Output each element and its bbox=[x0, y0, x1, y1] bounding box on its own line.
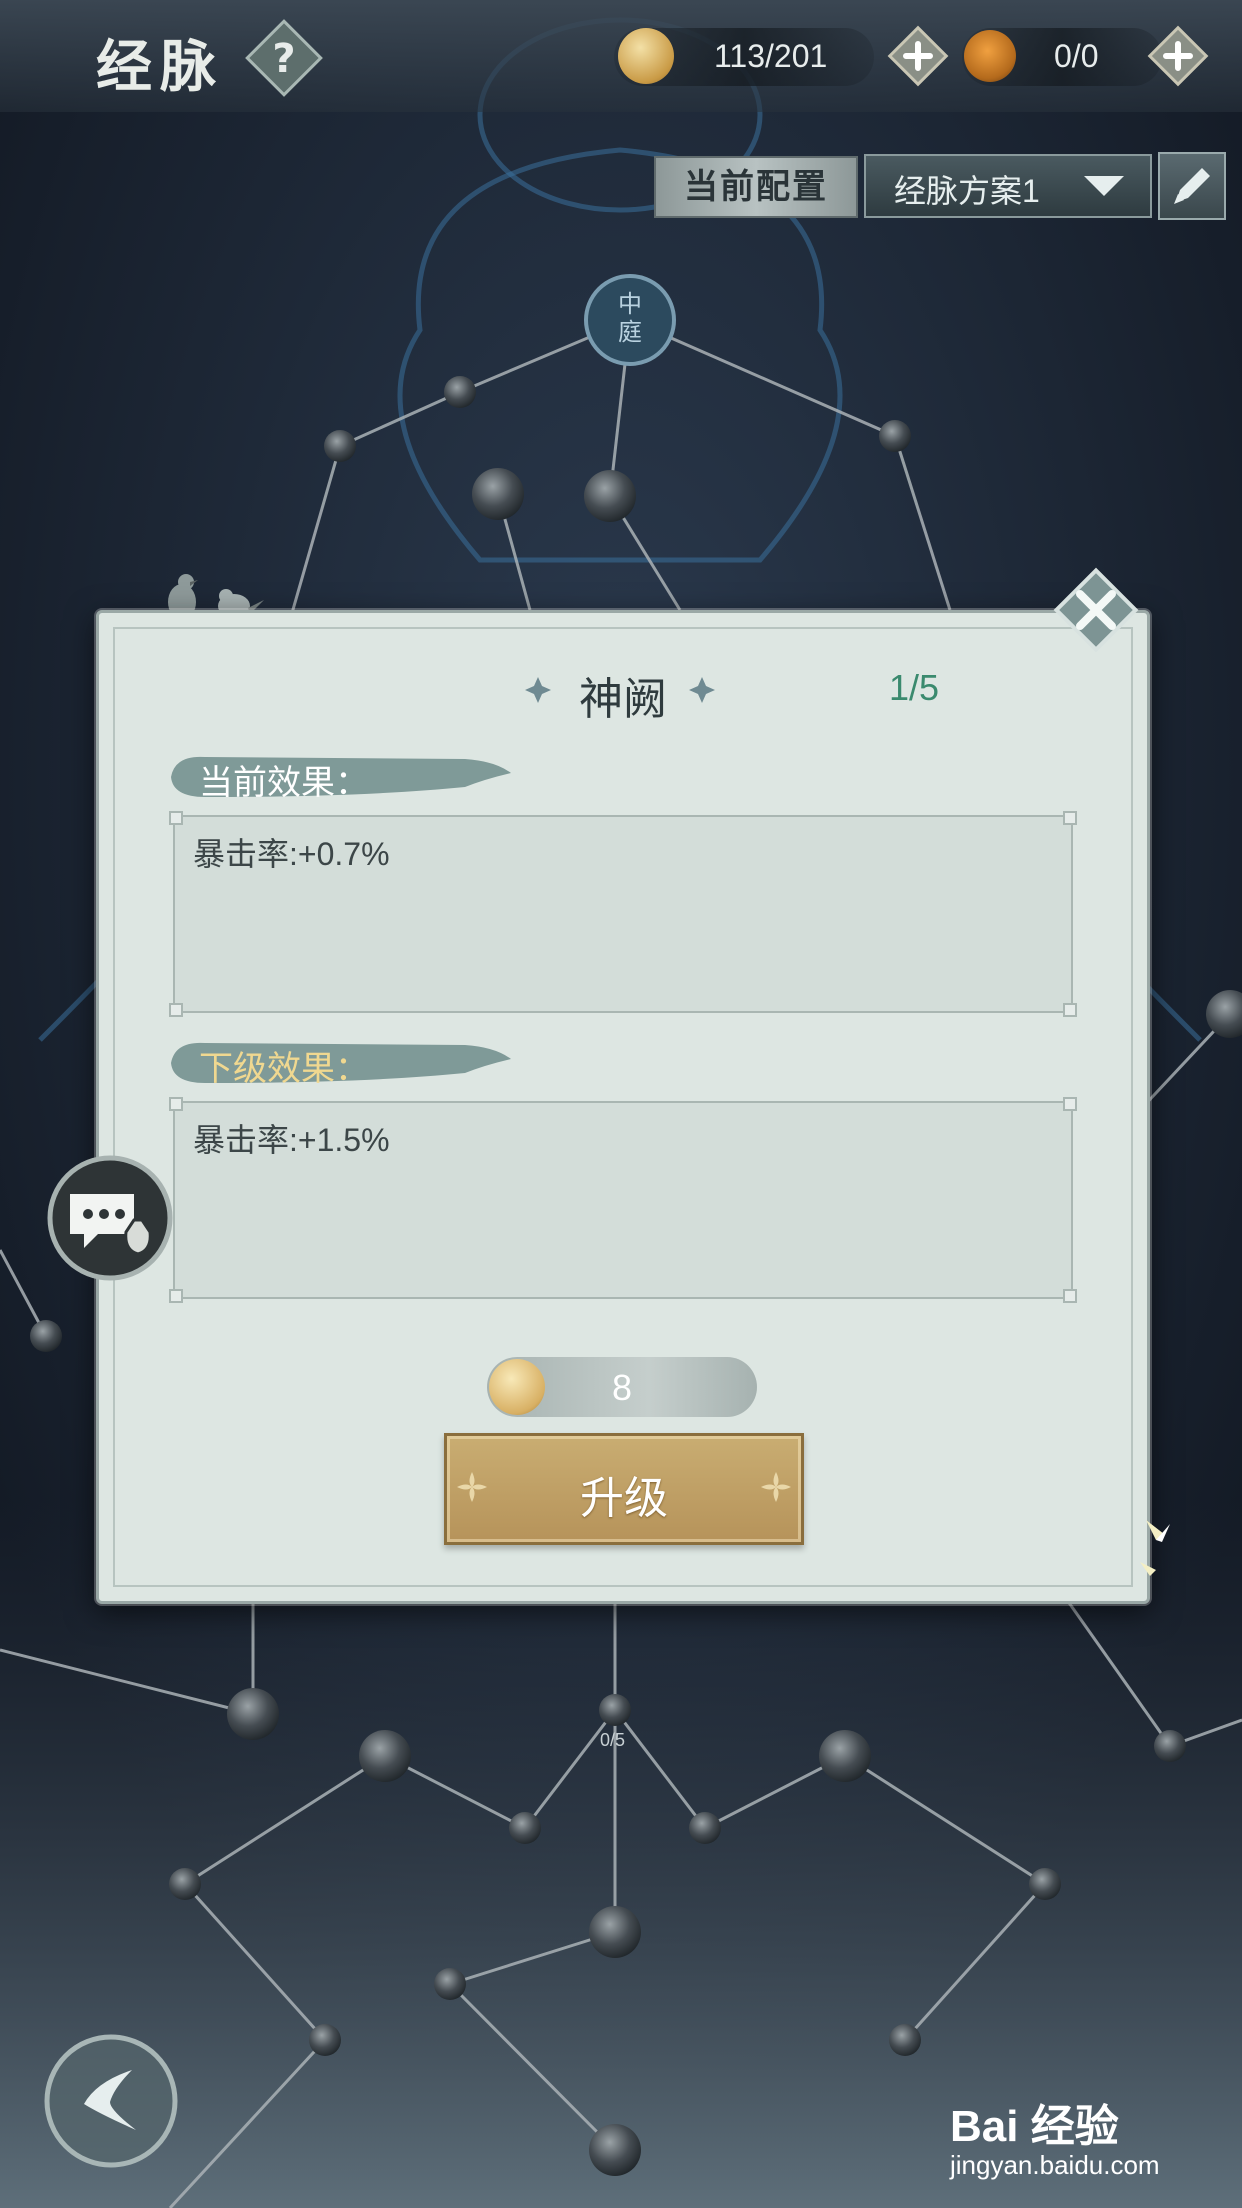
next-effect-label: 下级效果： bbox=[199, 1050, 369, 1088]
plan-dropdown-value: 经脉方案1 bbox=[894, 173, 1040, 209]
help-icon: ? bbox=[272, 36, 295, 82]
corner-ornament bbox=[169, 1097, 183, 1111]
help-button[interactable]: ? bbox=[244, 18, 324, 98]
upgrade-cost-value: 8 bbox=[611, 1367, 633, 1408]
chevron-down-icon bbox=[1084, 176, 1124, 196]
edit-plan-button[interactable] bbox=[1158, 152, 1226, 220]
corner-ornament bbox=[1063, 811, 1077, 825]
upgrade-cost: 8 bbox=[487, 1357, 757, 1417]
current-config-label: 当前配置 bbox=[654, 156, 858, 218]
page-title: 经脉 bbox=[96, 34, 224, 100]
next-effect-box: 暴击率:+1.5% bbox=[169, 1097, 1077, 1303]
wine-jar-icon bbox=[124, 1218, 152, 1256]
corner-ornament bbox=[169, 1003, 183, 1017]
corner-ornament bbox=[1063, 1003, 1077, 1017]
corner-ornament bbox=[169, 811, 183, 825]
close-button[interactable] bbox=[1050, 564, 1142, 656]
current-effect-label: 当前效果： bbox=[199, 764, 369, 802]
back-button[interactable] bbox=[40, 2030, 182, 2172]
skill-name: 神阙 bbox=[579, 675, 667, 724]
qi-coin-icon bbox=[618, 28, 674, 84]
skill-detail-popup: 神阙 1/5 当前效果： 暴击率:+0.7% 下级效果： 暴击率:+1.5% 8… bbox=[96, 610, 1150, 1604]
watermark-url: jingyan.baidu.com bbox=[950, 2150, 1160, 2180]
corner-ornament bbox=[1063, 1097, 1077, 1111]
qi-resource: 113/201 bbox=[614, 28, 874, 86]
pencil-icon bbox=[1174, 168, 1210, 204]
add-coin-button[interactable] bbox=[1146, 24, 1210, 88]
skill-level: 1/5 bbox=[889, 667, 940, 708]
qi-value: 113/201 bbox=[714, 38, 828, 74]
watermark-brand: Bai 经验 bbox=[950, 2102, 1119, 2151]
coin-value: 0/0 bbox=[1054, 38, 1099, 74]
plan-dropdown[interactable]: 经脉方案1 bbox=[864, 154, 1152, 218]
current-effect-box: 暴击率:+0.7% bbox=[169, 811, 1077, 1017]
coin-resource: 0/0 bbox=[962, 28, 1162, 86]
corner-ornament bbox=[169, 1289, 183, 1303]
upgrade-button-label: 升级 bbox=[580, 1474, 668, 1523]
add-qi-button[interactable] bbox=[886, 24, 950, 88]
chat-button[interactable] bbox=[46, 1154, 174, 1282]
gold-coin-icon bbox=[964, 30, 1016, 82]
node-progress-label: 0/5 bbox=[600, 1730, 626, 1750]
next-effect-text: 暴击率:+1.5% bbox=[193, 1122, 390, 1158]
corner-ornament bbox=[1063, 1289, 1077, 1303]
diamond-ornament-icon bbox=[689, 677, 715, 703]
current-effect-text: 暴击率:+0.7% bbox=[193, 836, 390, 872]
upgrade-button[interactable]: 升级 bbox=[444, 1433, 804, 1545]
flower-ornament-icon bbox=[761, 1472, 791, 1502]
top-node-label[interactable]: 中庭 bbox=[612, 290, 648, 346]
butterfly-decoration bbox=[1140, 1520, 1170, 1576]
